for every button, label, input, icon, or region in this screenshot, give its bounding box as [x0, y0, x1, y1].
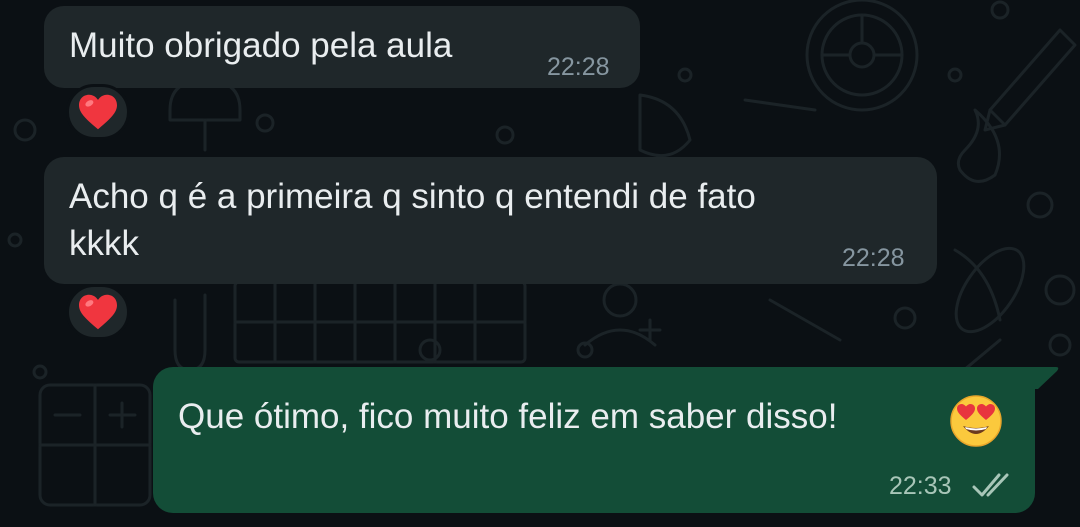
- message-bubble-incoming[interactable]: Muito obrigado pela aula 22:28: [44, 6, 640, 88]
- message-text-line: Acho q é a primeira q sinto q entendi de…: [69, 177, 756, 216]
- message-text: Que ótimo, fico muito feliz em saber dis…: [178, 397, 838, 436]
- heart-eyes-emoji: [950, 395, 1002, 447]
- message-bubble-incoming[interactable]: Acho q é a primeira q sinto q entendi de…: [44, 157, 937, 284]
- message-reaction[interactable]: [66, 284, 130, 340]
- message-text: Muito obrigado pela aula: [69, 26, 453, 65]
- message-timestamp: 22:28: [842, 244, 905, 272]
- double-check-icon: [972, 473, 1009, 497]
- heart-icon: [79, 294, 117, 330]
- message-timestamp: 22:33: [889, 472, 952, 500]
- message-text-line: kkkk: [69, 224, 139, 263]
- message-bubble-outgoing[interactable]: Que ótimo, fico muito feliz em saber dis…: [153, 367, 1035, 513]
- message-reaction[interactable]: [66, 84, 130, 140]
- heart-icon: [79, 94, 117, 130]
- message-timestamp: 22:28: [547, 53, 610, 81]
